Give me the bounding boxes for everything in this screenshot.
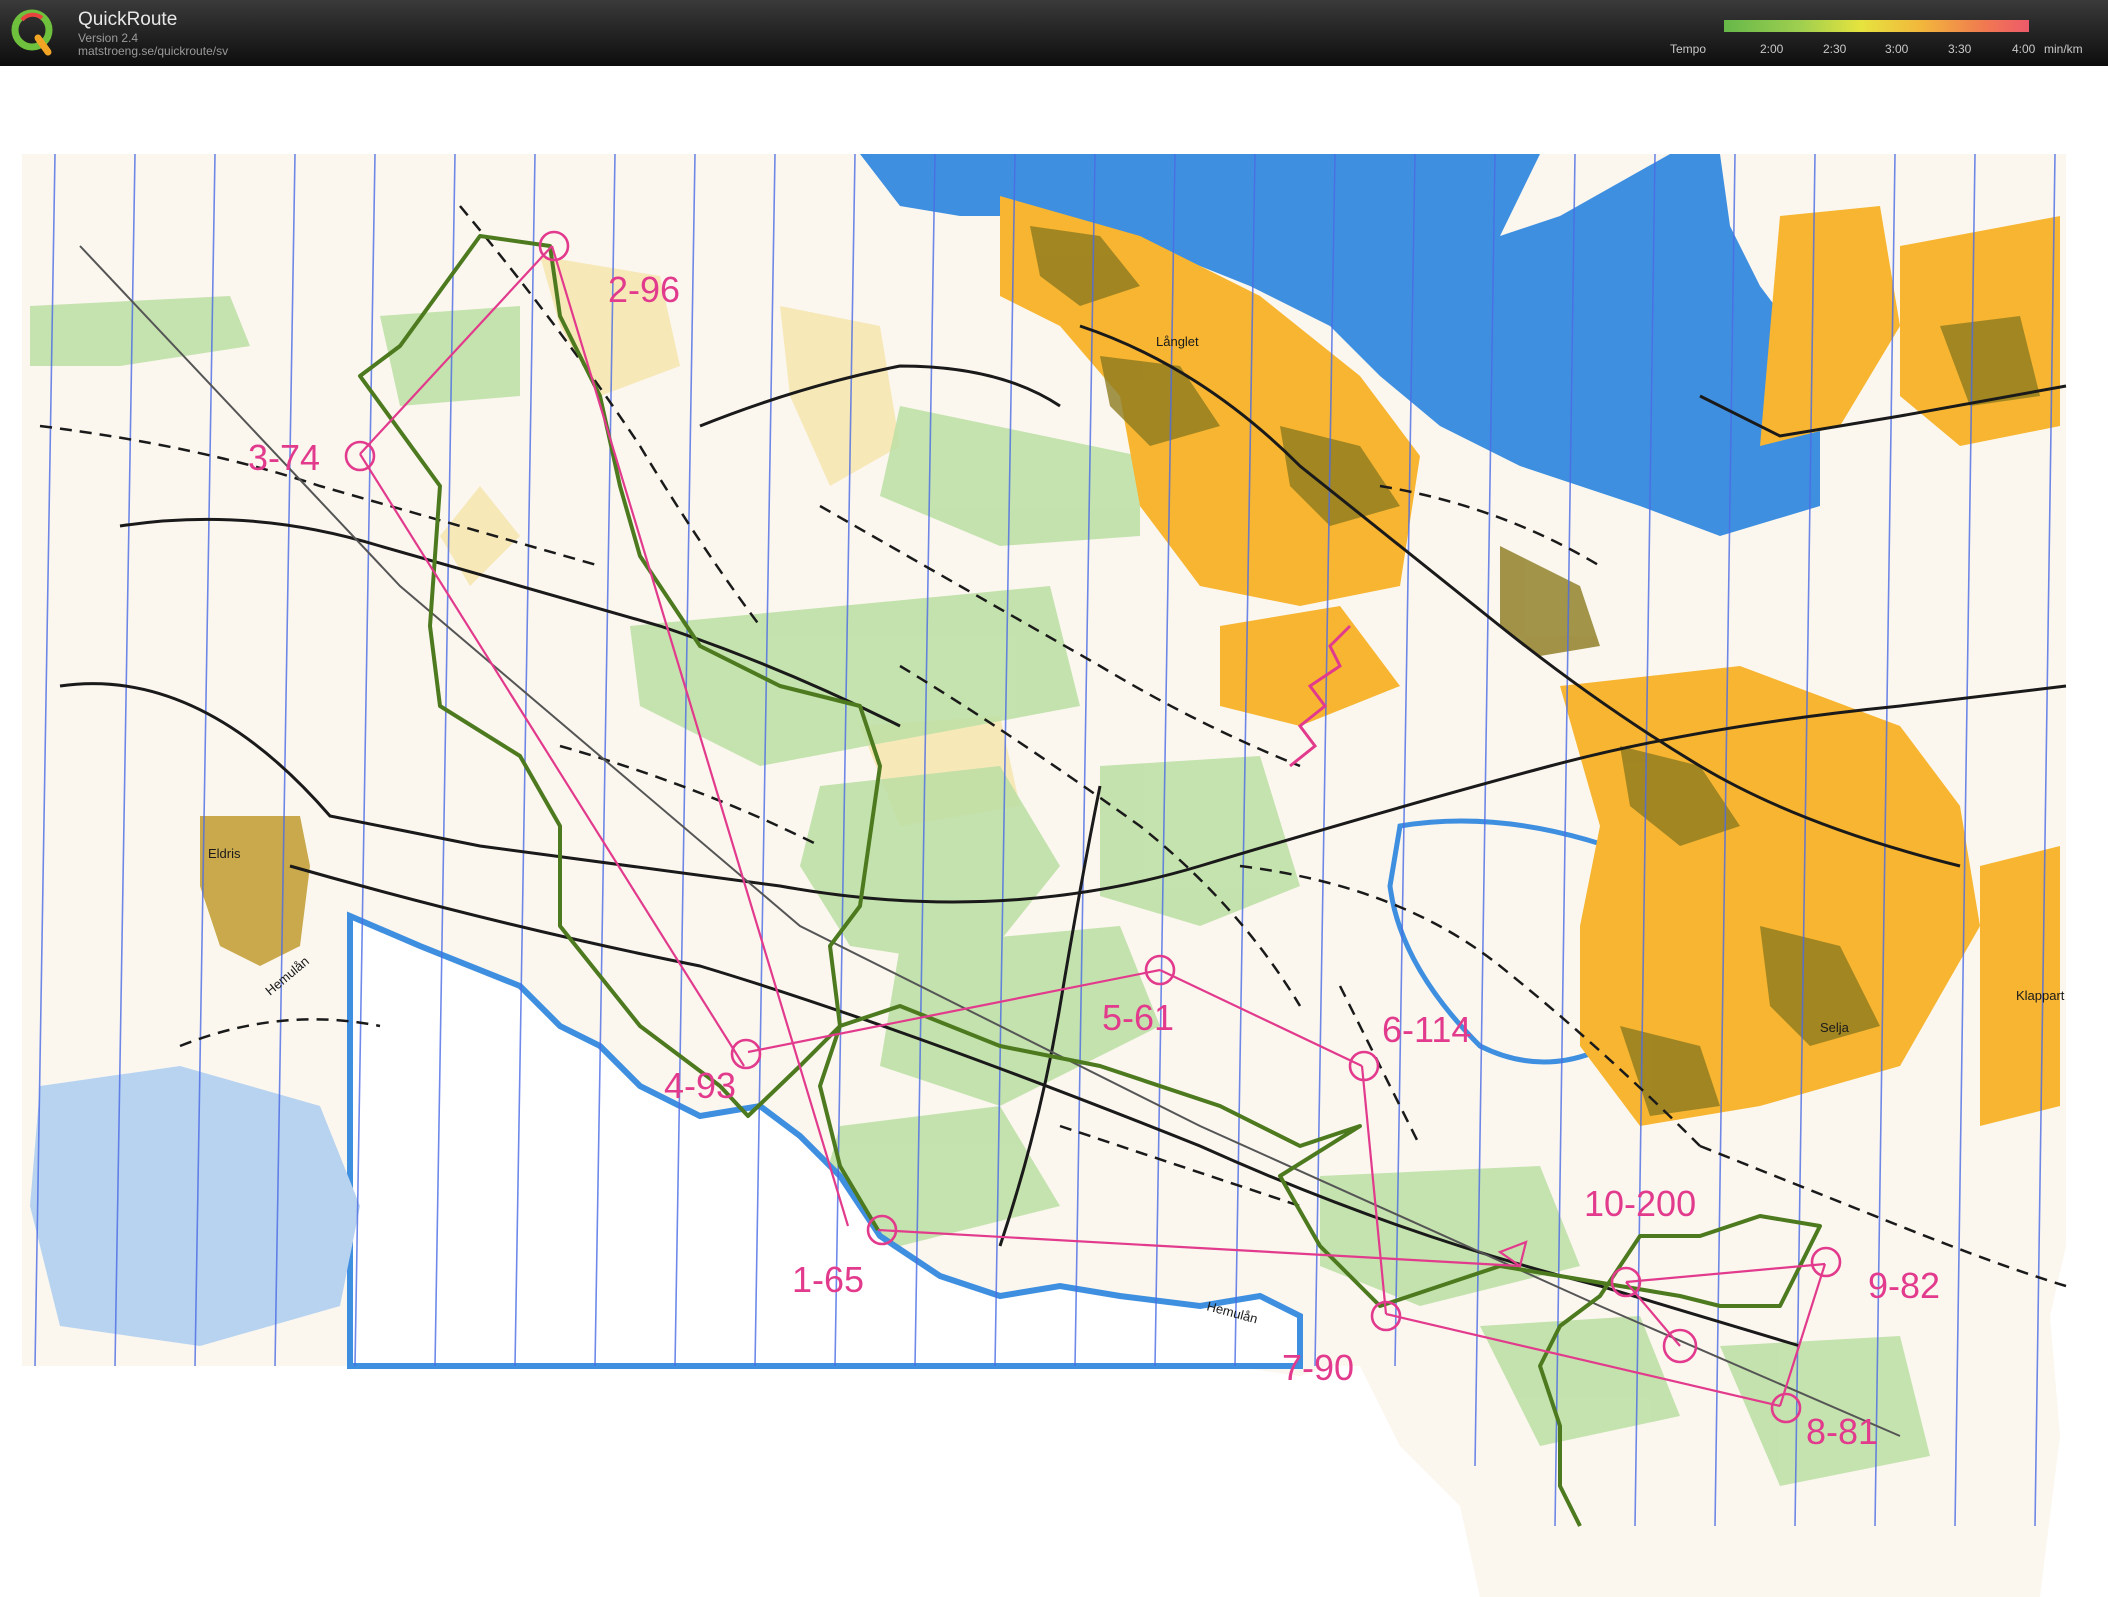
scale-tick: 2:30 bbox=[1823, 42, 1847, 56]
control-label: 2-96 bbox=[608, 269, 680, 310]
app-version: Version 2.4 bbox=[78, 31, 139, 45]
place-name: Klappart bbox=[2016, 988, 2065, 1003]
app-url: matstroeng.se/quickroute/sv bbox=[78, 44, 229, 58]
quickroute-logo-icon bbox=[11, 9, 53, 56]
control-label: 9-82 bbox=[1868, 1265, 1940, 1306]
scale-tick: 4:00 bbox=[2012, 42, 2036, 56]
water-left bbox=[30, 1066, 360, 1346]
scale-tick: 2:00 bbox=[1760, 42, 1784, 56]
scale-tick: 3:00 bbox=[1885, 42, 1909, 56]
control-label: 3-74 bbox=[248, 437, 320, 478]
control-label: 5-61 bbox=[1102, 997, 1174, 1038]
app-header: QuickRoute Version 2.4 matstroeng.se/qui… bbox=[0, 0, 2108, 66]
scale-tick: 3:30 bbox=[1948, 42, 1972, 56]
orienteering-map[interactable]: 2-96 3-74 4-93 5-61 6-114 1-65 7-90 8-81… bbox=[0, 66, 2108, 1597]
control-label: 8-81 bbox=[1806, 1411, 1878, 1452]
control-label: 1-65 bbox=[792, 1259, 864, 1300]
control-label: 4-93 bbox=[664, 1065, 736, 1106]
tempo-scale-bar bbox=[1724, 20, 2029, 32]
app-name: QuickRoute bbox=[78, 9, 178, 30]
control-label: 10-200 bbox=[1584, 1183, 1696, 1224]
control-label: 7-90 bbox=[1282, 1347, 1354, 1388]
control-label: 6-114 bbox=[1382, 1009, 1471, 1050]
place-name: Eldris bbox=[208, 846, 241, 861]
tempo-label: Tempo bbox=[1670, 42, 1707, 56]
place-name: Selja bbox=[1820, 1020, 1850, 1035]
scale-unit: min/km bbox=[2044, 42, 2083, 56]
place-name: Långlet bbox=[1156, 334, 1199, 349]
